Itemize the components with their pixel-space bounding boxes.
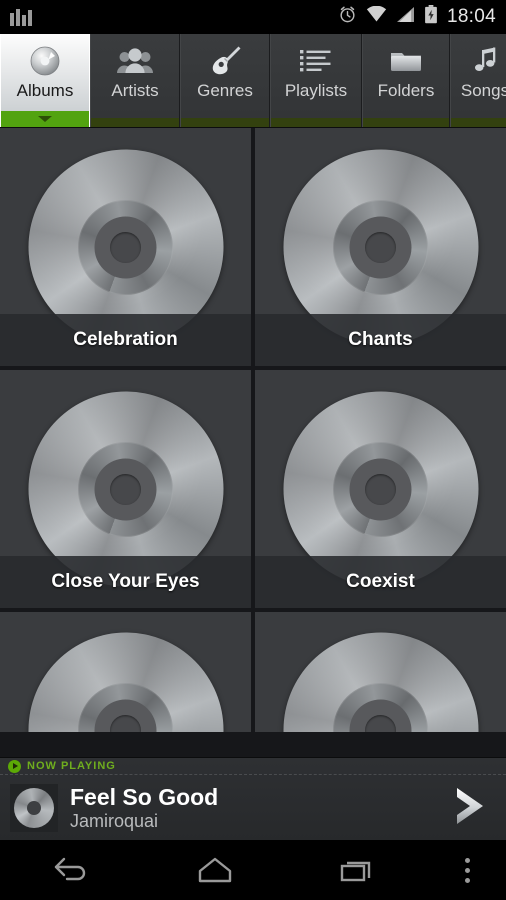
album-title-bar: Chants <box>255 314 506 366</box>
now-playing-label: NOW PLAYING <box>27 760 116 772</box>
home-icon <box>198 857 232 883</box>
nav-recents-button[interactable] <box>287 840 430 900</box>
tab-inactive-indicator <box>363 118 449 127</box>
tab-playlists[interactable]: Playlists <box>270 34 362 127</box>
album-title: Close Your Eyes <box>51 571 200 592</box>
now-playing-text: Feel So Good Jamiroquai <box>70 785 218 830</box>
tab-label-playlists: Playlists <box>284 81 348 100</box>
tab-genres[interactable]: Genres <box>180 34 270 127</box>
cellular-signal-icon <box>396 6 415 28</box>
tab-bar[interactable]: Albums Artists Genres Playlists Folders … <box>0 34 506 128</box>
album-cell[interactable]: Close Your Eyes <box>0 370 251 608</box>
now-playing-header: NOW PLAYING <box>0 758 506 775</box>
album-grid-row: Close Your Eyes Coexist <box>0 370 506 608</box>
tab-label-songs: Songs <box>460 81 506 100</box>
album-title: Celebration <box>73 329 178 350</box>
nav-back-button[interactable] <box>0 840 143 900</box>
album-title-bar: Celebration <box>0 314 251 366</box>
tab-inactive-indicator <box>451 118 506 127</box>
tab-songs[interactable]: Songs <box>450 34 506 127</box>
status-bar-notifications <box>10 8 32 26</box>
tab-inactive-indicator <box>91 118 179 127</box>
status-bar-clock: 18:04 <box>446 6 496 27</box>
chevron-right-icon[interactable] <box>446 783 496 834</box>
guitar-icon <box>207 43 243 79</box>
tab-label-albums: Albums <box>16 81 74 100</box>
tab-label-artists: Artists <box>111 81 159 100</box>
tab-label-genres: Genres <box>197 81 253 100</box>
tab-artists[interactable]: Artists <box>90 34 180 127</box>
phone-screen: 18:04 Albums Artists Genres Playlists Fo… <box>0 0 506 900</box>
back-arrow-icon <box>54 857 85 881</box>
folder-icon <box>388 43 424 79</box>
wifi-icon <box>366 5 387 28</box>
now-playing-body[interactable]: Feel So Good Jamiroquai <box>0 775 506 841</box>
album-cell[interactable]: Chants <box>255 128 506 366</box>
album-cell[interactable] <box>255 612 506 732</box>
now-playing-bar[interactable]: NOW PLAYING Feel So Good Jamiroquai <box>0 757 506 840</box>
cd-disc-icon <box>27 43 63 79</box>
chevron-down-icon <box>38 116 52 122</box>
now-playing-title: Feel So Good <box>70 784 219 811</box>
battery-charging-icon <box>424 5 438 29</box>
now-playing-thumbnail <box>10 784 58 832</box>
nav-overflow-button[interactable] <box>430 840 506 900</box>
album-art-disc-icon <box>28 632 223 732</box>
music-note-icon <box>470 43 500 79</box>
tab-active-indicator <box>1 111 89 127</box>
play-circle-icon <box>8 759 21 773</box>
more-options-icon <box>465 857 471 883</box>
tab-inactive-indicator <box>181 118 269 127</box>
tab-albums[interactable]: Albums <box>0 34 90 127</box>
tab-folders[interactable]: Folders <box>362 34 450 127</box>
android-navigation-bar[interactable] <box>0 840 506 900</box>
album-title-bar: Coexist <box>255 556 506 608</box>
list-icon <box>299 43 333 79</box>
album-cell[interactable]: Coexist <box>255 370 506 608</box>
album-cell[interactable] <box>0 612 251 732</box>
people-icon <box>116 43 154 79</box>
album-title: Coexist <box>346 571 415 592</box>
tab-label-folders: Folders <box>377 81 435 100</box>
recent-apps-icon <box>341 861 371 882</box>
equalizer-icon <box>10 8 32 26</box>
tab-inactive-indicator <box>271 118 361 127</box>
status-bar: 18:04 <box>0 0 506 34</box>
now-playing-artist: Jamiroquai <box>70 810 159 831</box>
album-art-disc-icon <box>283 632 478 732</box>
album-grid-row-partial <box>0 612 506 732</box>
album-grid-row: Celebration Chants <box>0 128 506 366</box>
status-bar-system-icons: 18:04 <box>338 5 496 29</box>
album-cell[interactable]: Celebration <box>0 128 251 366</box>
album-title: Chants <box>348 329 413 350</box>
alarm-clock-icon <box>338 5 357 29</box>
album-title-bar: Close Your Eyes <box>0 556 251 608</box>
nav-home-button[interactable] <box>143 840 286 900</box>
album-grid[interactable]: Celebration Chants Close Your Eyes Coexi… <box>0 128 506 757</box>
